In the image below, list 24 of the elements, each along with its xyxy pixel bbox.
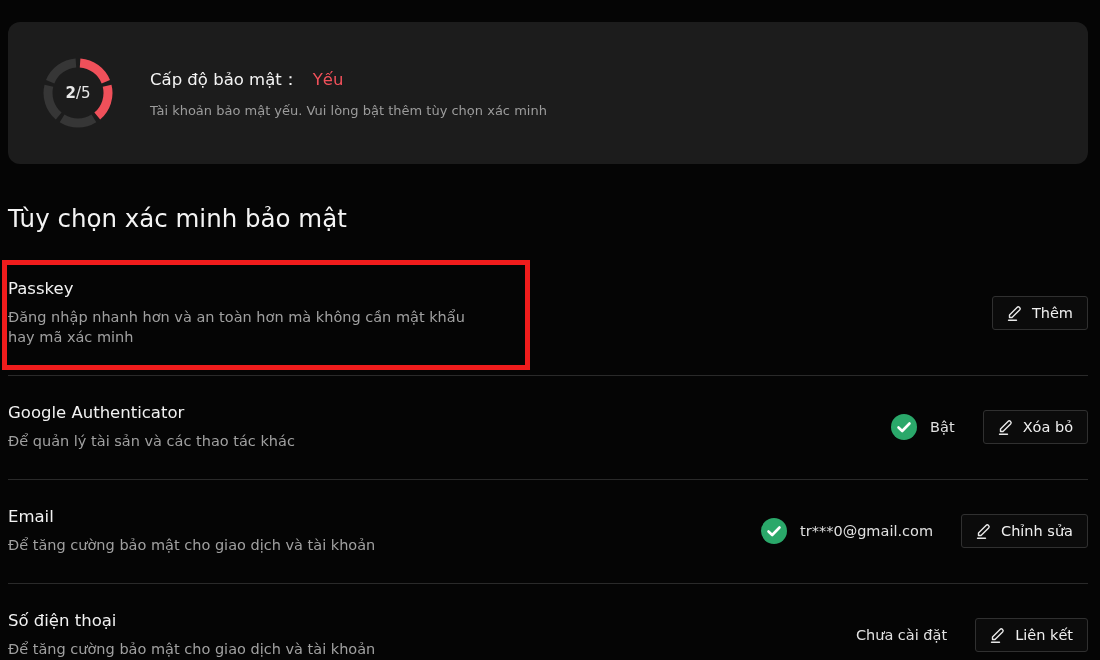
option-description: Để tăng cường bảo mật cho giao dịch và tài khoản [8, 536, 376, 555]
pencil-icon [990, 627, 1007, 643]
score-text: 2/5 [65, 84, 91, 102]
security-message: Tài khoản bảo mật yếu. Vui lòng bật thêm tùy chọn xác minh [150, 102, 547, 118]
action-button[interactable]: Chỉnh sửa [961, 514, 1088, 548]
status-text: tr***0@gmail.com [800, 523, 934, 539]
action-button[interactable]: Thêm [991, 296, 1088, 330]
security-rating: Yếu [312, 69, 344, 89]
action-button[interactable]: Liên kết [975, 618, 1088, 652]
pencil-icon [1006, 305, 1023, 321]
pencil-icon [997, 419, 1014, 435]
option-title: Số điện thoại [8, 611, 118, 631]
section-title: Tùy chọn xác minh bảo mật [8, 204, 348, 234]
option-description: Để tăng cường bảo mật cho giao dịch và tài khoản [8, 640, 376, 659]
option-title: Google Authenticator [8, 403, 186, 423]
option-title: Passkey [8, 279, 75, 299]
status-text: Chưa cài đặt [855, 627, 948, 643]
option-title: Email [8, 507, 55, 527]
pencil-icon [976, 523, 993, 539]
security-level-label: Cấp độ bảo mật： [150, 68, 299, 91]
action-button[interactable]: Xóa bỏ [982, 410, 1088, 444]
status-text: Bật [930, 419, 955, 435]
option-description: Để quản lý tài sản và các thao tác khác [8, 432, 295, 451]
option-description: Đăng nhập nhanh hơn và an toàn hơn mà không cần mật khẩu hay mã xác minh [8, 308, 466, 347]
